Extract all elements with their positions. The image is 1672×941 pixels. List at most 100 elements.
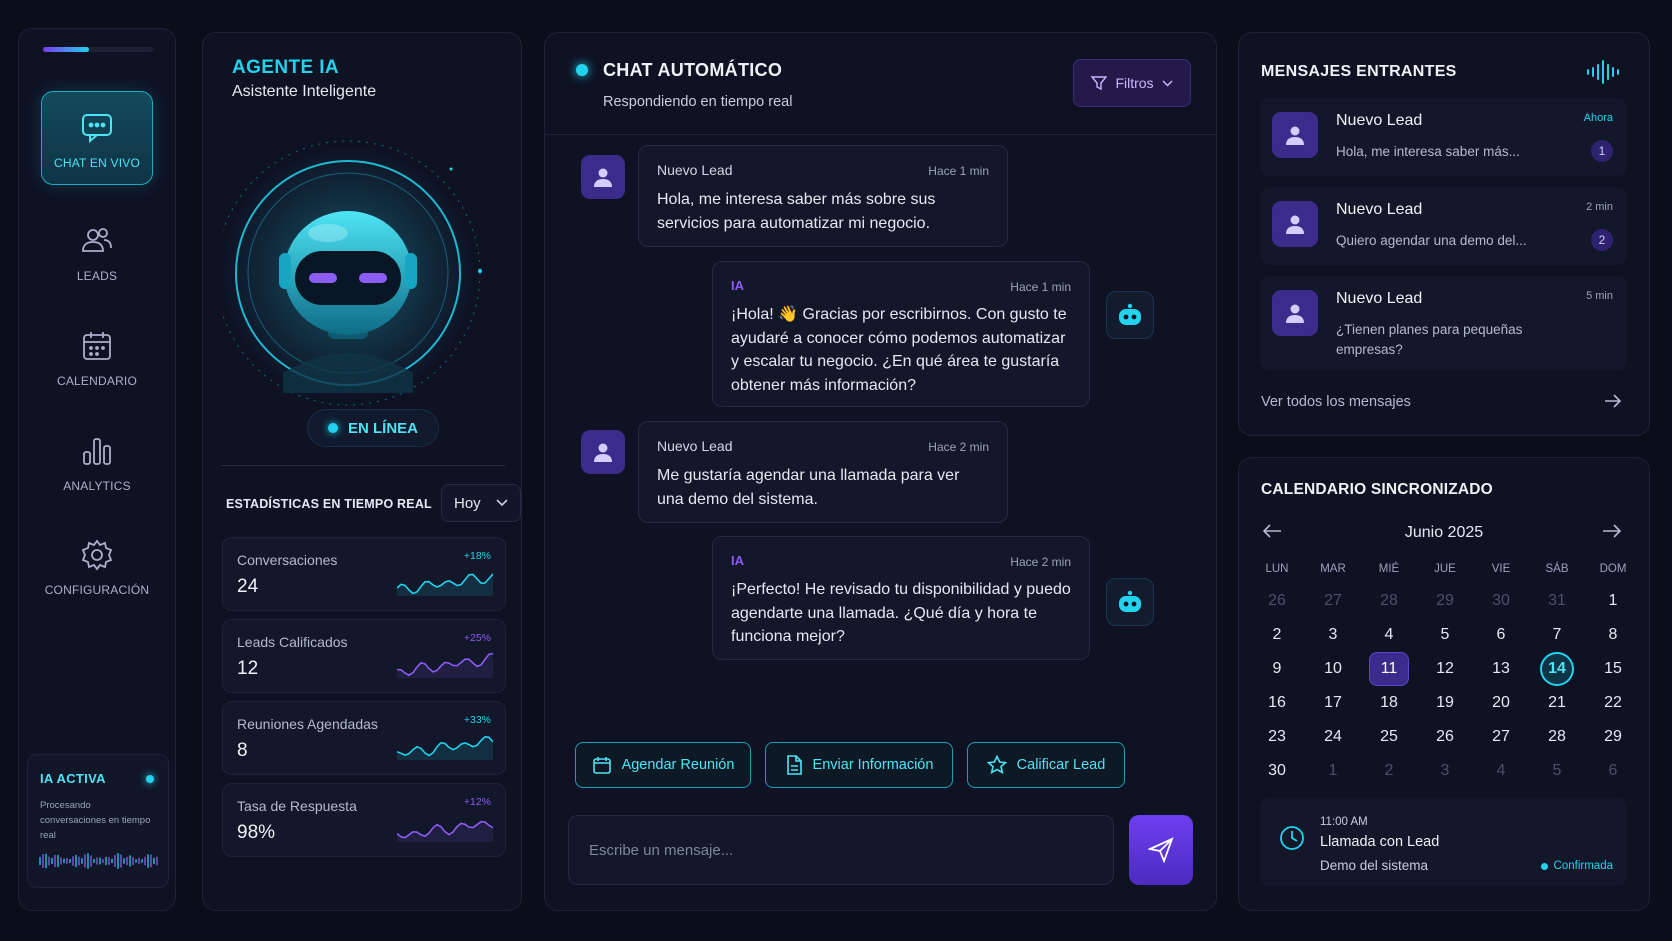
calendar-day[interactable]: 1 xyxy=(1585,584,1641,618)
calendar-icon xyxy=(83,332,111,360)
calendar-day[interactable]: 15 xyxy=(1585,652,1641,686)
calendar-day[interactable]: 22 xyxy=(1585,686,1641,720)
send-info-button[interactable]: Enviar Información xyxy=(765,742,953,788)
calendar-day[interactable]: 18 xyxy=(1361,686,1417,720)
send-button[interactable] xyxy=(1129,815,1193,885)
calendar-day[interactable]: 2 xyxy=(1361,754,1417,788)
calendar-day[interactable]: 27 xyxy=(1305,584,1361,618)
arrow-right-icon[interactable] xyxy=(1601,520,1623,542)
calendar-day[interactable]: 17 xyxy=(1305,686,1361,720)
calendar-day[interactable]: 14 xyxy=(1529,652,1585,686)
calendar-day[interactable]: 5 xyxy=(1417,618,1473,652)
calendar-day[interactable]: 21 xyxy=(1529,686,1585,720)
sparkline-chart xyxy=(397,652,493,678)
calendar-day[interactable]: 6 xyxy=(1473,618,1529,652)
calendar-week-row: 16 17 18 19 20 21 22 xyxy=(1249,686,1641,720)
sidebar-item-chat-en-vivo[interactable]: CHAT EN VIVO xyxy=(41,91,153,185)
online-dot xyxy=(327,423,338,433)
calendar-day[interactable]: 1 xyxy=(1305,754,1361,788)
calendar-day[interactable]: 10 xyxy=(1305,652,1361,686)
calendar-day-number: 16 xyxy=(1268,694,1286,711)
event-time: 11:00 AM xyxy=(1320,816,1368,828)
calendar-week-row: 2 3 4 5 6 7 8 xyxy=(1249,618,1641,652)
sidebar-item-label: CALENDARIO xyxy=(56,374,138,388)
calendar-day-number: 24 xyxy=(1324,728,1342,745)
inbox-item[interactable]: Nuevo Lead ¿Tienen planes para pequeñas … xyxy=(1260,276,1627,370)
divider xyxy=(545,134,1216,135)
schedule-meeting-button[interactable]: Agendar Reunión xyxy=(575,742,751,788)
calendar-month: Junio 2025 xyxy=(1404,524,1484,541)
calendar-day[interactable]: 31 xyxy=(1529,584,1585,618)
sidebar-item-calendario[interactable]: CALENDARIO xyxy=(41,310,153,404)
sidebar-item-configuracion[interactable]: CONFIGURACIÓN xyxy=(41,519,153,613)
weekday-label: MIÉ xyxy=(1378,563,1400,575)
calendar-day-number: 27 xyxy=(1324,592,1342,609)
qualify-lead-button[interactable]: Calificar Lead xyxy=(967,742,1125,788)
calendar-day[interactable]: 20 xyxy=(1473,686,1529,720)
bar-chart-icon xyxy=(83,438,111,465)
calendar-day-number: 6 xyxy=(1608,762,1618,779)
robot-icon xyxy=(1119,303,1141,325)
calendar-day[interactable]: 28 xyxy=(1529,720,1585,754)
calendar-day-number: 17 xyxy=(1324,694,1342,711)
calendar-day[interactable]: 6 xyxy=(1585,754,1641,788)
calendar-day[interactable]: 12 xyxy=(1417,652,1473,686)
unread-badge: 1 xyxy=(1591,140,1613,162)
calendar-day-number: 21 xyxy=(1548,694,1566,711)
calendar-day[interactable]: 27 xyxy=(1473,720,1529,754)
calendar-day[interactable]: 26 xyxy=(1249,584,1305,618)
calendar-day-number: 5 xyxy=(1440,626,1450,643)
message-time: Hace 2 min xyxy=(928,440,989,454)
calendar-day-number: 6 xyxy=(1496,626,1506,643)
calendar-day[interactable]: 5 xyxy=(1529,754,1585,788)
calendar-day[interactable]: 13 xyxy=(1473,652,1529,686)
calendar-panel: CALENDARIO SINCRONIZADO Junio 2025 LUN M… xyxy=(1238,457,1650,911)
calendar-day-number: 26 xyxy=(1268,592,1286,609)
see-all-messages-link[interactable]: Ver todos los mensajes xyxy=(1261,394,1411,410)
calendar-title: CALENDARIO SINCRONIZADO xyxy=(1261,481,1493,498)
robot-avatar-icon xyxy=(223,140,482,406)
calendar-day[interactable]: 4 xyxy=(1361,618,1417,652)
calendar-day[interactable]: 30 xyxy=(1473,584,1529,618)
message-input[interactable] xyxy=(568,815,1114,885)
calendar-day[interactable]: 25 xyxy=(1361,720,1417,754)
clock-icon xyxy=(1280,826,1304,850)
calendar-event-card[interactable]: 11:00 AM Llamada con Lead Demo del siste… xyxy=(1260,798,1627,886)
calendar-day[interactable]: 24 xyxy=(1305,720,1361,754)
event-title: Llamada con Lead xyxy=(1320,834,1440,850)
calendar-day[interactable]: 29 xyxy=(1585,720,1641,754)
calendar-day[interactable]: 4 xyxy=(1473,754,1529,788)
period-select[interactable]: Hoy xyxy=(441,484,521,522)
audio-wave-icon xyxy=(39,853,158,869)
calendar-day[interactable]: 3 xyxy=(1305,618,1361,652)
message-text: Hola, me interesa saber más sobre sus se… xyxy=(657,191,936,232)
sidebar-item-leads[interactable]: LEADS xyxy=(41,205,153,299)
event-status-badge: Confirmada xyxy=(1540,860,1613,872)
inbox-item[interactable]: Nuevo Lead Quiero agendar una demo del..… xyxy=(1260,187,1627,265)
calendar-day[interactable]: 2 xyxy=(1249,618,1305,652)
arrow-right-icon[interactable] xyxy=(1603,391,1623,411)
stat-delta: +25% xyxy=(463,632,491,644)
calendar-day-number: 2 xyxy=(1384,762,1394,779)
stats-title: ESTADÍSTICAS EN TIEMPO REAL xyxy=(226,497,432,511)
calendar-day[interactable]: 3 xyxy=(1417,754,1473,788)
calendar-day[interactable]: 7 xyxy=(1529,618,1585,652)
calendar-day[interactable]: 19 xyxy=(1417,686,1473,720)
calendar-day-number: 18 xyxy=(1380,694,1398,711)
message-time: Hace 1 min xyxy=(1010,280,1071,294)
calendar-day[interactable]: 26 xyxy=(1417,720,1473,754)
calendar-day[interactable]: 8 xyxy=(1585,618,1641,652)
calendar-day[interactable]: 11 xyxy=(1361,652,1417,686)
calendar-day[interactable]: 29 xyxy=(1417,584,1473,618)
sidebar-item-label: CONFIGURACIÓN xyxy=(44,583,150,597)
calendar-day[interactable]: 9 xyxy=(1249,652,1305,686)
calendar-day[interactable]: 23 xyxy=(1249,720,1305,754)
chat-message-lead: Nuevo Lead Hace 2 min Me gustaría agenda… xyxy=(638,421,1008,523)
inbox-item[interactable]: Nuevo Lead Hola, me interesa saber más..… xyxy=(1260,98,1627,176)
calendar-day[interactable]: 30 xyxy=(1249,754,1305,788)
sidebar-item-analytics[interactable]: ANALYTICS xyxy=(41,415,153,509)
filters-button[interactable]: Filtros xyxy=(1073,59,1191,107)
calendar-day[interactable]: 28 xyxy=(1361,584,1417,618)
user-icon xyxy=(594,443,612,462)
calendar-day[interactable]: 16 xyxy=(1249,686,1305,720)
